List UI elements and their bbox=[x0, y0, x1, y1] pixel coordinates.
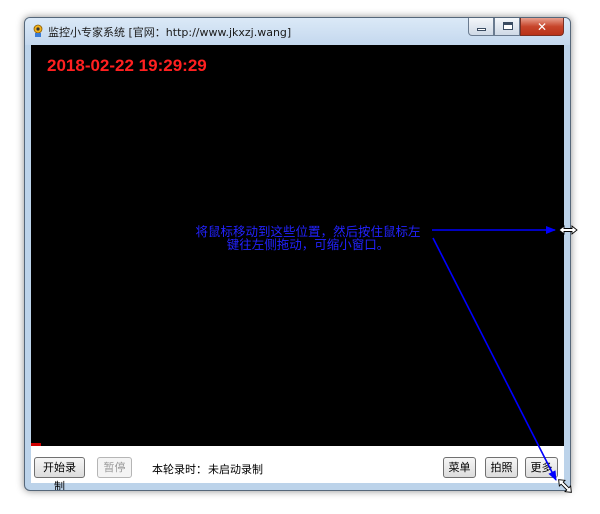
resize-diagonal-cursor-icon bbox=[558, 479, 572, 493]
annotation-overlay bbox=[432, 225, 578, 493]
arrow-to-corner bbox=[432, 237, 557, 481]
resize-horizontal-cursor-icon bbox=[558, 225, 578, 235]
